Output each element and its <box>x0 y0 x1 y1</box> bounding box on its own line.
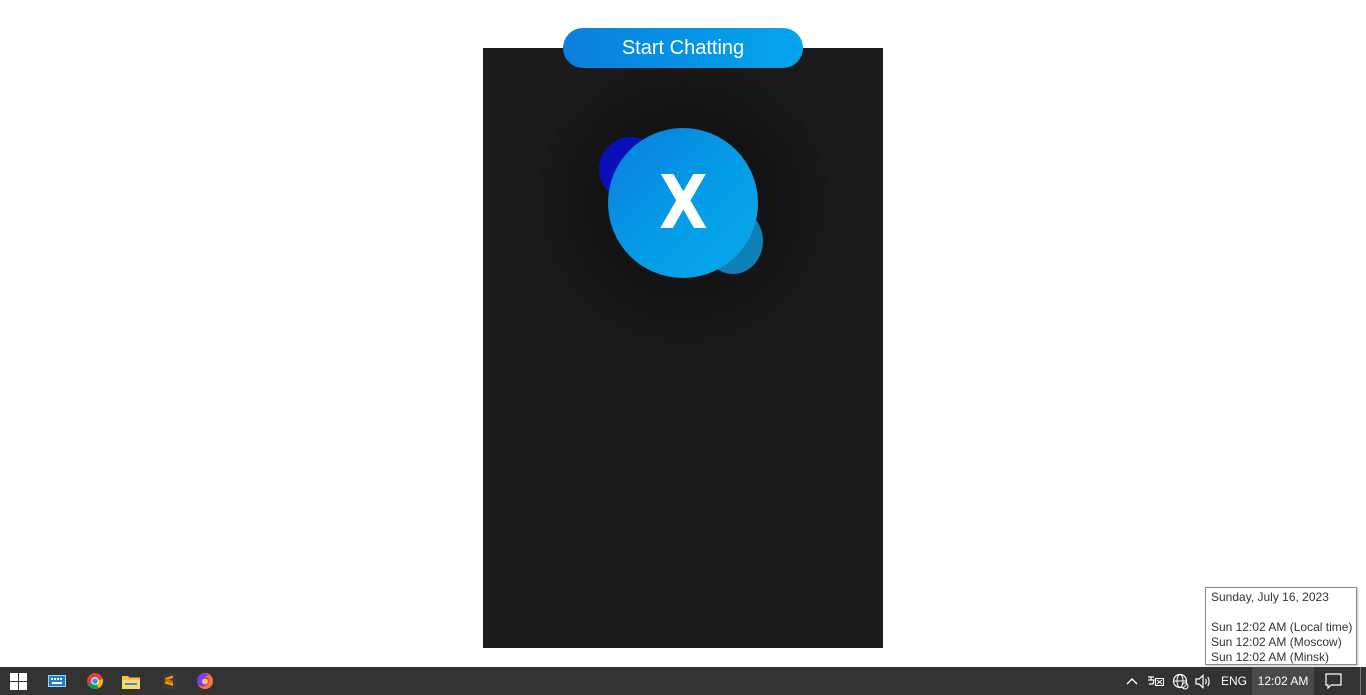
flyout-zone-local: Sun 12:02 AM (Local time) <box>1211 620 1353 634</box>
firefox-icon[interactable] <box>194 667 216 695</box>
chat-panel: X <box>483 48 883 648</box>
clock-flyout: Sunday, July 16, 2023 Sun 12:02 AM (Loca… <box>1205 587 1357 665</box>
taskbar-clock[interactable]: 12:02 AM <box>1252 667 1314 695</box>
start-icon[interactable] <box>6 667 30 695</box>
logo-letter: X <box>659 160 709 246</box>
taskbar: ENG 12:02 AM <box>0 667 1366 695</box>
notifications-icon[interactable] <box>1322 667 1344 695</box>
show-desktop-button[interactable] <box>1360 667 1366 695</box>
sublime-text-icon[interactable] <box>158 667 180 695</box>
flyout-date: Sunday, July 16, 2023 <box>1211 590 1329 604</box>
input-method-icon[interactable] <box>1145 667 1165 695</box>
language-indicator[interactable]: ENG <box>1221 667 1247 695</box>
keyboard-icon[interactable] <box>46 667 68 695</box>
start-chatting-button[interactable]: Start Chatting <box>563 28 803 68</box>
volume-icon[interactable] <box>1194 667 1214 695</box>
screen: X Start Chatting Sunday, July 16, 2023 S… <box>0 0 1366 695</box>
flyout-spacer <box>1211 605 1351 620</box>
app-logo: X <box>608 128 758 278</box>
file-explorer-icon[interactable] <box>120 667 142 695</box>
flyout-zone-moscow: Sun 12:02 AM (Moscow) <box>1211 635 1342 649</box>
chrome-icon[interactable] <box>84 667 106 695</box>
network-globe-icon[interactable] <box>1170 667 1190 695</box>
flyout-zone-minsk: Sun 12:02 AM (Minsk) <box>1211 650 1330 664</box>
chevron-up-icon[interactable] <box>1124 667 1140 695</box>
